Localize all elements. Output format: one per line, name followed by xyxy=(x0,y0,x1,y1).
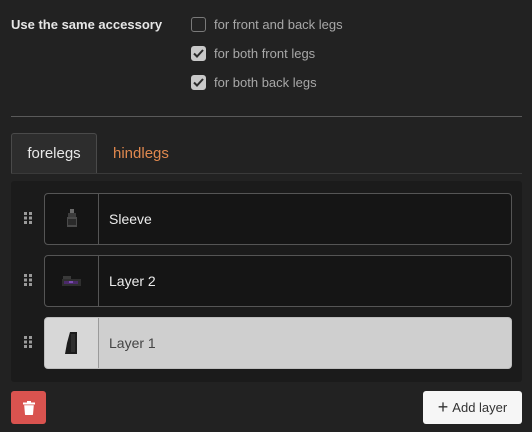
tab-hindlegs[interactable]: hindlegs xyxy=(113,133,169,173)
layer-item-sleeve[interactable]: Sleeve xyxy=(44,193,512,245)
leg-tabs: forelegs hindlegs xyxy=(11,133,522,174)
checkbox-label: for front and back legs xyxy=(214,16,343,32)
delete-button[interactable] xyxy=(11,391,46,424)
layer-item-layer-1[interactable]: Layer 1 xyxy=(44,317,512,369)
layer-list: Sleeve Layer 2 Layer 1 xyxy=(11,181,522,382)
same-accessory-label: Use the same accessory xyxy=(11,17,163,32)
divider xyxy=(11,116,522,117)
add-layer-button[interactable]: + Add layer xyxy=(423,391,522,424)
layer-item-layer-2[interactable]: Layer 2 xyxy=(44,255,512,307)
tab-forelegs[interactable]: forelegs xyxy=(11,133,97,173)
checkbox-checked-icon[interactable] xyxy=(191,45,206,61)
checkbox-label: for both back legs xyxy=(214,74,317,90)
sleeve-thumbnail xyxy=(45,194,99,244)
drag-handle-icon[interactable] xyxy=(23,273,33,287)
checkbox-both-front-legs[interactable]: for both front legs xyxy=(191,43,315,63)
list-item: Layer 2 xyxy=(11,254,522,308)
list-item: Layer 1 xyxy=(11,316,522,370)
trash-icon xyxy=(22,400,35,415)
checkbox-unchecked-icon[interactable] xyxy=(191,16,206,32)
checkbox-front-and-back-legs[interactable]: for front and back legs xyxy=(191,14,343,34)
checkbox-label: for both front legs xyxy=(214,45,316,61)
leg-thumbnail xyxy=(45,318,99,368)
checkbox-checked-icon[interactable] xyxy=(191,74,206,90)
plus-icon: + xyxy=(437,396,449,417)
layer-name: Sleeve xyxy=(109,211,152,227)
drag-handle-icon[interactable] xyxy=(23,211,33,225)
layer-name: Layer 1 xyxy=(109,335,156,351)
list-item: Sleeve xyxy=(11,192,522,246)
hoof-thumbnail xyxy=(45,256,99,306)
drag-handle-icon[interactable] xyxy=(23,335,33,349)
layer-name: Layer 2 xyxy=(109,273,156,289)
add-layer-label: Add layer xyxy=(452,400,508,415)
checkbox-both-back-legs[interactable]: for both back legs xyxy=(191,72,317,92)
